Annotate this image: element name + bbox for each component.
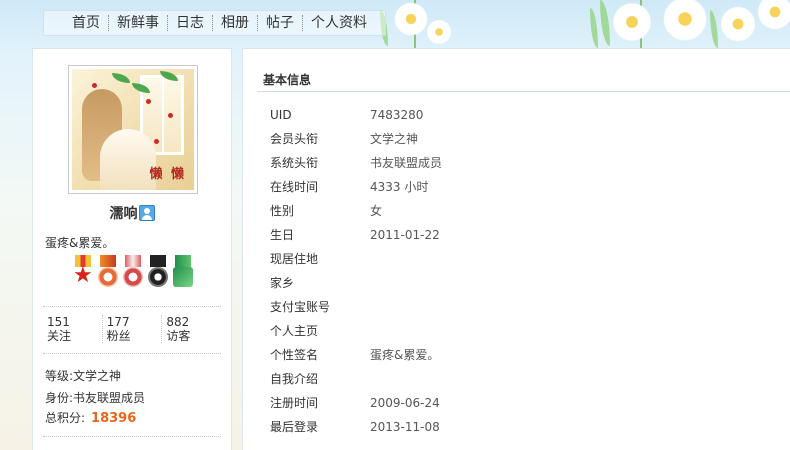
- info-label: 支付宝账号: [270, 300, 331, 314]
- user-identity: 身份:书友联盟成员: [45, 389, 145, 406]
- avatar-berry: [146, 99, 151, 104]
- info-row-birthday: 生日 2011-01-22: [270, 225, 440, 245]
- stat-visitors-label: 访客: [166, 329, 191, 343]
- info-value: 蛋疼&累爱。: [370, 348, 440, 362]
- info-row-uid: UID 7483280: [270, 105, 423, 125]
- info-value: 2013-11-08: [370, 420, 440, 434]
- info-label: 注册时间: [270, 396, 319, 410]
- stat-following-label: 关注: [47, 329, 72, 343]
- user-level-label: 等级:: [45, 369, 74, 383]
- info-row-online-time: 在线时间 4333 小时: [270, 177, 428, 197]
- avatar-figure-dress: [100, 129, 156, 190]
- info-row-hometown: 家乡: [270, 273, 370, 293]
- info-value: 2011-01-22: [370, 228, 440, 242]
- info-label: 生日: [270, 228, 295, 242]
- avatar-berry: [92, 83, 97, 88]
- stat-visitors-count: 882: [166, 315, 190, 329]
- info-label: 系统头衔: [270, 156, 319, 170]
- top-nav: 首页 新鲜事 日志 相册 帖子 个人资料: [43, 10, 386, 36]
- nav-profile[interactable]: 个人资料: [303, 10, 375, 36]
- user-points: 总积分: 18396: [45, 409, 136, 426]
- info-row-system-title: 系统头衔 书友联盟成员: [270, 153, 442, 173]
- section-title: 基本信息: [263, 73, 312, 87]
- user-identity-label: 身份:: [45, 391, 74, 405]
- info-value: 书友联盟成员: [370, 156, 443, 170]
- info-row-last-login: 最后登录 2013-11-08: [270, 417, 440, 437]
- info-row-self-intro: 自我介绍: [270, 369, 370, 389]
- stat-following-count: 151: [47, 315, 70, 329]
- stat-followers-count: 177: [106, 315, 130, 329]
- info-label: 个人主页: [270, 324, 319, 338]
- avatar-leaf: [112, 73, 130, 83]
- nav-posts[interactable]: 帖子: [258, 10, 302, 36]
- info-row-register-time: 注册时间 2009-06-24: [270, 393, 440, 413]
- info-value: 女: [370, 204, 383, 218]
- nav-blog[interactable]: 日志: [168, 10, 212, 36]
- info-label: 性别: [270, 204, 295, 218]
- user-stats: 151 关注 177 粉丝 882 访客: [43, 315, 221, 343]
- info-label: 家乡: [270, 276, 295, 290]
- info-row-alipay: 支付宝账号: [270, 297, 370, 317]
- info-row-member-title: 会员头衔 文学之神: [270, 129, 418, 149]
- user-profile-icon[interactable]: [138, 205, 155, 221]
- info-row-residence: 现居住地: [270, 249, 370, 269]
- user-points-value: 18396: [91, 411, 137, 426]
- black-dragon-medal-icon[interactable]: [147, 255, 169, 291]
- orange-medal-icon[interactable]: [97, 255, 119, 291]
- avatar-berry: [168, 113, 173, 118]
- info-row-homepage: 个人主页: [270, 321, 370, 341]
- info-label: 最后登录: [270, 420, 319, 434]
- avatar-berry: [154, 139, 159, 144]
- user-level-value: 文学之神: [73, 369, 122, 383]
- profile-sidebar: 懒 懒 濡响 蛋疼&累爱。 151 关注 177 粉丝 882 访客 等级:文学…: [32, 48, 232, 450]
- info-value: 7483280: [370, 108, 424, 122]
- username[interactable]: 濡响: [110, 206, 138, 222]
- divider: [43, 353, 221, 354]
- info-row-gender: 性别 女: [270, 201, 382, 221]
- info-label: 自我介绍: [270, 372, 319, 386]
- info-label: 会员头衔: [270, 132, 319, 146]
- stat-following[interactable]: 151 关注: [43, 315, 103, 343]
- username-row: 濡响: [33, 203, 231, 223]
- nav-album[interactable]: 相册: [213, 10, 257, 36]
- red-star-medal-icon[interactable]: [72, 255, 94, 291]
- info-label: 个性签名: [270, 348, 319, 362]
- stat-followers[interactable]: 177 粉丝: [103, 315, 163, 343]
- green-medal-icon[interactable]: [172, 255, 194, 291]
- divider: [43, 436, 221, 437]
- info-label: 在线时间: [270, 180, 319, 194]
- user-signature: 蛋疼&累爱。: [45, 236, 115, 250]
- user-level: 等级:文学之神: [45, 367, 121, 384]
- red-cross-medal-icon[interactable]: [122, 255, 144, 291]
- avatar-text: 懒 懒: [149, 167, 186, 182]
- avatar-frame[interactable]: 懒 懒: [68, 65, 198, 194]
- nav-home[interactable]: 首页: [64, 10, 108, 36]
- user-identity-value: 书友联盟成员: [73, 391, 146, 405]
- avatar[interactable]: 懒 懒: [72, 69, 194, 190]
- user-points-label: 总积分:: [45, 411, 86, 425]
- stat-visitors[interactable]: 882 访客: [162, 315, 221, 343]
- info-value: 文学之神: [370, 132, 419, 146]
- info-value: 2009-06-24: [370, 396, 440, 410]
- medal-list: [72, 255, 194, 291]
- stat-followers-label: 粉丝: [106, 329, 131, 343]
- section-divider: [257, 91, 790, 92]
- info-label: 现居住地: [270, 252, 319, 266]
- nav-news-feed[interactable]: 新鲜事: [109, 10, 167, 36]
- info-value: 4333 小时: [370, 180, 429, 194]
- basic-info-panel: 基本信息 UID 7483280 会员头衔 文学之神 系统头衔 书友联盟成员 在…: [242, 48, 790, 450]
- info-row-signature: 个性签名 蛋疼&累爱。: [270, 345, 439, 365]
- info-label: UID: [270, 108, 292, 122]
- divider: [43, 306, 221, 307]
